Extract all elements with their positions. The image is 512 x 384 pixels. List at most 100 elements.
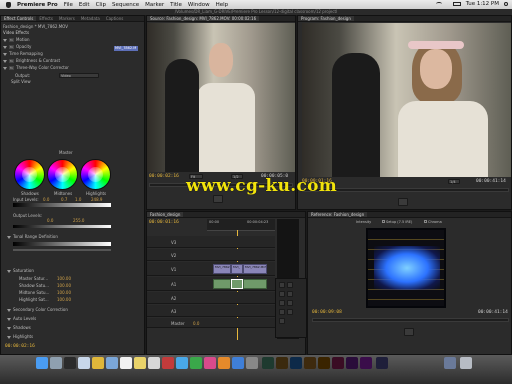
output-levels-slider[interactable]	[13, 225, 111, 228]
premiere-icon[interactable]	[346, 357, 358, 369]
reference-scrub-bar[interactable]	[312, 318, 509, 322]
slip-tool[interactable]	[287, 300, 293, 306]
effect-time-remapping[interactable]: Time Remapping	[3, 51, 43, 56]
effect-brightness-contrast[interactable]: fx Brightness & Contrast	[3, 58, 60, 63]
track-v1[interactable]: V1 MVI_7862.MOV MVI_ MVI_7862.MOV	[147, 262, 275, 276]
appstore-icon[interactable]	[232, 357, 244, 369]
photos-icon[interactable]	[162, 357, 174, 369]
messages-icon[interactable]	[176, 357, 188, 369]
effect-controls-timecode[interactable]: 00:00:02:16	[5, 344, 35, 349]
selection-tool[interactable]	[279, 282, 285, 288]
timeline-ruler[interactable]: 00:00 00:00:04:23	[207, 219, 275, 231]
effect-opacity[interactable]: fx Opacity	[3, 44, 31, 49]
razor-tool[interactable]	[279, 300, 285, 306]
track-a2[interactable]: A2	[147, 292, 275, 304]
output-level-white[interactable]: 255.0	[73, 218, 84, 223]
menu-edit[interactable]: Edit	[79, 2, 90, 8]
timeline-clip-1[interactable]: MVI_7862.MOV	[213, 264, 231, 274]
source-play-button[interactable]	[213, 195, 223, 203]
input-level-mid[interactable]: 1.0	[75, 197, 81, 202]
disclosure-icon[interactable]	[3, 66, 7, 70]
bridge-icon[interactable]	[304, 357, 316, 369]
tab-reference[interactable]: Reference: Fashion_design	[308, 212, 368, 217]
midtone-saturation-value[interactable]: 100.00	[57, 290, 71, 295]
tonal-range-label[interactable]: Tonal Range Definition	[7, 234, 58, 239]
track-master[interactable]: Master 0.0	[147, 318, 275, 328]
trash-icon[interactable]	[460, 357, 472, 369]
photoshop-icon[interactable]	[290, 357, 302, 369]
disclosure-icon[interactable]	[7, 317, 11, 321]
input-level-gray[interactable]: 0.7	[61, 197, 67, 202]
pen-tool[interactable]	[279, 309, 285, 315]
calendar-icon[interactable]	[120, 357, 132, 369]
output-select[interactable]: Video	[59, 73, 99, 78]
fx-icon[interactable]: fx	[9, 59, 14, 63]
timeline-clip-2[interactable]: MVI_	[231, 264, 243, 274]
disclosure-icon[interactable]	[7, 308, 11, 312]
reference-timecode-current[interactable]: 00:00:09:08	[312, 310, 342, 315]
input-level-black[interactable]: 0.0	[43, 197, 49, 202]
track-v3[interactable]: V3	[147, 236, 275, 248]
shadows-wheel[interactable]	[14, 159, 45, 190]
highlights-section-label[interactable]: Highlights	[7, 334, 33, 339]
disclosure-icon[interactable]	[3, 52, 7, 56]
clip-chip[interactable]: MVI_7862.M	[114, 46, 138, 51]
input-level-white[interactable]: 248.9	[91, 197, 102, 202]
downloads-icon[interactable]	[444, 357, 456, 369]
mission-control-icon[interactable]	[64, 357, 76, 369]
menu-sequence[interactable]: Sequence	[112, 2, 139, 8]
menu-file[interactable]: File	[64, 2, 73, 8]
menu-window[interactable]: Window	[188, 2, 210, 8]
disclosure-icon[interactable]	[3, 38, 7, 42]
tab-markers[interactable]: Markers	[56, 16, 78, 21]
mail-icon[interactable]	[106, 357, 118, 369]
ripple-edit-tool[interactable]	[279, 291, 285, 297]
prefs-icon[interactable]	[246, 357, 258, 369]
disclosure-icon[interactable]	[3, 45, 7, 49]
premiere-pro-icon[interactable]	[360, 357, 372, 369]
tab-captions[interactable]: Captions	[103, 16, 127, 21]
hand-tool[interactable]	[287, 309, 293, 315]
tab-metadata[interactable]: Metadata	[78, 16, 103, 21]
midtones-wheel[interactable]	[47, 159, 78, 190]
rolling-edit-tool[interactable]	[287, 291, 293, 297]
auto-levels-label[interactable]: Auto Levels	[7, 316, 36, 321]
audio-clip-2[interactable]	[231, 279, 243, 289]
timeline-timecode[interactable]: 00:00:01:16	[149, 220, 179, 225]
highlights-wheel[interactable]	[80, 159, 111, 190]
tab-timeline[interactable]: Fashion_design	[147, 212, 184, 217]
timeline-clip-3[interactable]: MVI_7862.MOV	[243, 264, 267, 274]
menu-marker[interactable]: Marker	[145, 2, 164, 8]
search-icon[interactable]	[504, 2, 508, 6]
illustrator-icon[interactable]	[318, 357, 330, 369]
dreamweaver-icon[interactable]	[262, 357, 274, 369]
menu-clip[interactable]: Clip	[96, 2, 106, 8]
menu-title[interactable]: Title	[170, 2, 182, 8]
disclosure-icon[interactable]	[7, 326, 11, 330]
chroma-checkbox[interactable]: Chroma	[424, 220, 442, 224]
input-levels-slider[interactable]	[13, 203, 111, 207]
track-a1[interactable]: A1	[147, 277, 275, 291]
setup-checkbox[interactable]: Setup (7.5 IRE)	[382, 220, 412, 224]
tab-effect-controls[interactable]: Effect Controls	[1, 16, 37, 21]
disclosure-icon[interactable]	[7, 235, 11, 239]
track-v2[interactable]: V2	[147, 249, 275, 261]
shadow-saturation-value[interactable]: 100.00	[57, 283, 71, 288]
effect-motion[interactable]: fx Motion	[3, 37, 30, 42]
zoom-tool[interactable]	[279, 318, 285, 324]
clock[interactable]: Tue 1:12 PM	[466, 1, 499, 7]
safari-icon[interactable]	[78, 357, 90, 369]
fx-icon[interactable]: fx	[9, 66, 14, 70]
ame-icon[interactable]	[376, 357, 388, 369]
master-saturation-value[interactable]: 100.00	[57, 276, 71, 281]
fx-icon[interactable]: fx	[9, 38, 14, 42]
wifi-icon[interactable]	[435, 2, 442, 6]
battery-icon[interactable]	[452, 2, 461, 6]
notes-icon[interactable]	[134, 357, 146, 369]
disclosure-icon[interactable]	[3, 59, 7, 63]
track-a3[interactable]: A3	[147, 305, 275, 317]
reminders-icon[interactable]	[148, 357, 160, 369]
reference-play-button[interactable]	[404, 328, 414, 336]
output-level-black[interactable]: 0.0	[47, 218, 53, 223]
facetime-icon[interactable]	[190, 357, 202, 369]
